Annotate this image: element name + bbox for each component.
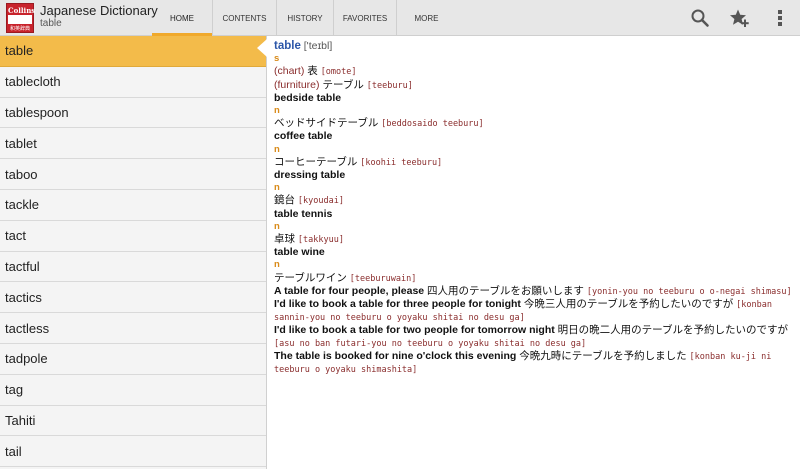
word-list-item[interactable]: tag: [0, 375, 266, 406]
compound-headword[interactable]: table tennis: [274, 208, 794, 220]
sense-gloss: furniture: [277, 78, 317, 91]
romaji-reading[interactable]: [koohii teeburu]: [360, 158, 442, 168]
romaji-reading[interactable]: [kyoudai]: [298, 196, 344, 206]
part-of-speech: n: [274, 220, 280, 232]
tab-more[interactable]: MORE: [397, 0, 456, 36]
word-list-item[interactable]: tablet: [0, 128, 266, 160]
word-list-item[interactable]: tactics: [0, 282, 266, 314]
part-of-speech: n: [274, 105, 280, 117]
example-sentence-en: The table is booked for nine o'clock thi…: [274, 349, 517, 362]
tab-home[interactable]: HOME: [152, 0, 213, 37]
japanese-translation: 卓球: [274, 233, 298, 246]
action-bar: Collins 和英辞典 Japanese Dictionary table H…: [0, 0, 800, 37]
entry-pronunciation: ['teɪbl]: [303, 40, 333, 52]
word-list-item[interactable]: tact: [0, 221, 266, 252]
compound-headword[interactable]: coffee table: [274, 130, 794, 142]
example-sentence-jp: 四人用のテーブルをお願いします: [424, 284, 587, 297]
romaji-reading[interactable]: [takkyuu]: [298, 235, 344, 245]
app-title: Japanese Dictionary: [40, 3, 158, 18]
part-of-speech: n: [274, 182, 280, 194]
part-of-speech: n: [274, 259, 280, 271]
example-sentence-en: A table for four people, please: [274, 284, 425, 297]
word-list-item[interactable]: Tahiti: [0, 406, 266, 437]
search-icon[interactable]: [690, 8, 710, 28]
word-list-item[interactable]: tackle: [0, 190, 266, 221]
compound-headword[interactable]: bedside table: [274, 92, 794, 104]
part-of-speech: s: [274, 53, 280, 65]
tab-bar: HOME CONTENTS HISTORY FAVORITES MORE: [152, 0, 456, 37]
example-sentence-jp: 今晩三人用のテーブルを予約したいのですが: [520, 298, 737, 311]
word-list-item[interactable]: taboo: [0, 159, 266, 190]
part-of-speech: n: [274, 143, 280, 155]
current-word-subtitle: table: [40, 18, 62, 29]
word-list[interactable]: table tablecloth tablespoon tablet taboo…: [0, 36, 267, 469]
example-sentence-jp: 明日の晩二人用のテーブルを予約したいのですが: [554, 324, 789, 337]
japanese-translation: 表: [304, 65, 321, 78]
word-list-item[interactable]: tadpole: [0, 344, 266, 375]
compound-headword[interactable]: dressing table: [274, 169, 794, 181]
example-sentence-en: I'd like to book a table for two people …: [274, 324, 555, 337]
romaji-reading[interactable]: [teeburuwain]: [350, 274, 417, 284]
app-logo-subtitle: 和英辞典: [9, 26, 30, 32]
entry-headword: table: [274, 40, 301, 52]
example-sentence-en: I'd like to book a table for three peopl…: [274, 298, 521, 311]
japanese-translation: テーブル: [319, 78, 367, 91]
word-list-item[interactable]: tablecloth: [0, 67, 266, 98]
japanese-translation: コーヒーテーブル: [274, 155, 361, 168]
romaji-reading[interactable]: [asu no ban futari-you no teeburu o yoya…: [274, 339, 586, 349]
romaji-reading[interactable]: [beddosaido teeburu]: [381, 119, 483, 129]
tab-favorites[interactable]: FAVORITES: [334, 0, 397, 36]
star-plus-icon[interactable]: [729, 8, 749, 28]
japanese-translation: ベッドサイドテーブル: [274, 117, 382, 130]
app-logo-icon[interactable]: Collins 和英辞典: [6, 3, 36, 33]
romaji-reading[interactable]: [teeburu]: [367, 81, 413, 91]
tab-history[interactable]: HISTORY: [277, 0, 334, 36]
word-list-item[interactable]: tactful: [0, 252, 266, 283]
dictionary-entry: table ['teɪbl] s (chart) 表 [omote] (furn…: [274, 40, 794, 376]
word-list-item[interactable]: tablespoon: [0, 98, 266, 129]
romaji-reading[interactable]: [omote]: [321, 67, 357, 77]
word-list-item[interactable]: tactless: [0, 313, 266, 344]
japanese-translation: テーブルワイン: [274, 271, 350, 284]
selection-pointer: [257, 39, 267, 57]
app-logo-band: [8, 15, 32, 24]
tab-contents[interactable]: CONTENTS: [213, 0, 277, 36]
example-sentence-jp: 今晩九時にテーブルを予約しました: [516, 349, 690, 362]
app-logo-brand: Collins: [8, 6, 36, 15]
japanese-translation: 鏡台: [274, 194, 298, 207]
romaji-reading[interactable]: [yonin-you no teeburu o o-negai shimasu]: [587, 287, 792, 297]
word-list-item-selected[interactable]: table: [0, 36, 266, 67]
sense-gloss: chart: [277, 65, 301, 78]
word-list-item[interactable]: tail: [0, 436, 266, 468]
compound-headword[interactable]: table wine: [274, 246, 794, 258]
overflow-menu-icon[interactable]: [770, 8, 790, 28]
